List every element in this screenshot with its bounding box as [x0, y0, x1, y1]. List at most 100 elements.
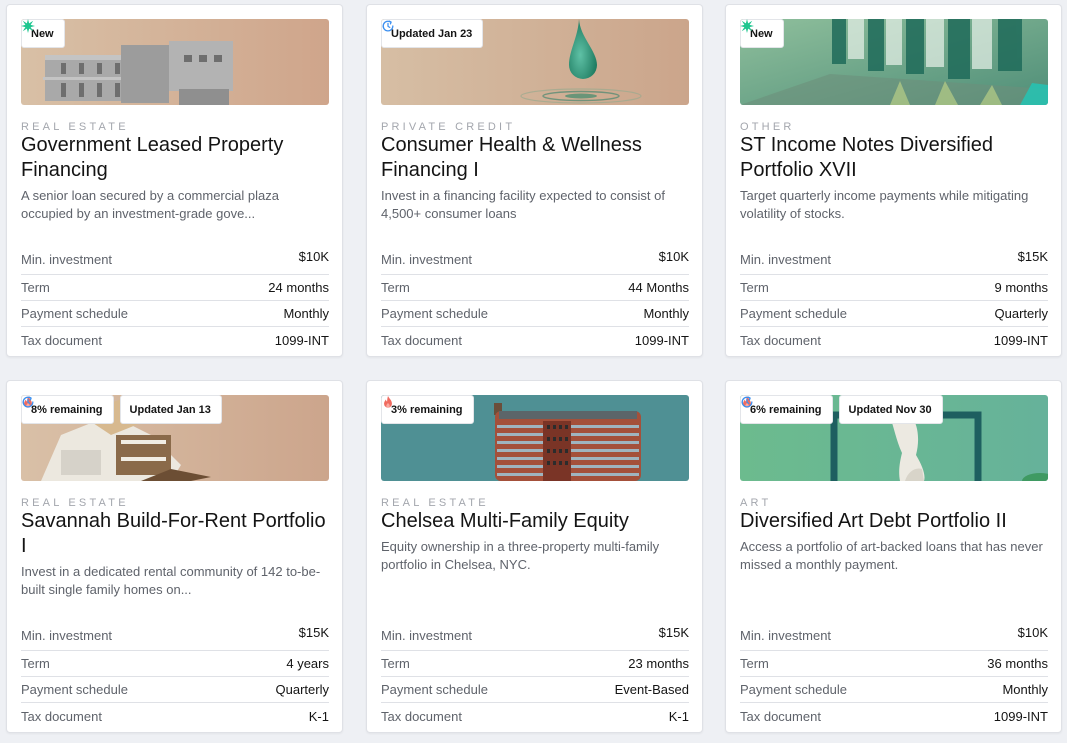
updated-badge: Updated Jan 23 — [381, 19, 484, 48]
spec-label: Min. investment — [21, 628, 113, 643]
badge-group: 8% remaining Updated Jan 13 — [21, 395, 222, 424]
spec-label: Min. investment — [740, 628, 832, 643]
spec-row-term: Term 23 months — [381, 651, 689, 677]
spec-value: 24 months — [268, 280, 329, 295]
spec-row-tax-document: Tax document K-1 — [21, 703, 329, 729]
offering-category: OTHER — [740, 121, 795, 133]
spec-value: 9 months — [994, 280, 1048, 295]
badge-label: Updated Nov 30 — [848, 403, 932, 416]
offering-image: 3% remaining — [381, 395, 689, 481]
spec-row-payment-schedule: Payment schedule Monthly — [21, 301, 329, 327]
offering-title[interactable]: Government Leased Property Financing — [21, 133, 331, 183]
spec-value: $10K — [298, 249, 329, 264]
spec-value: 4 years — [286, 656, 329, 671]
spec-label: Min. investment — [381, 628, 473, 643]
sparkle-icon — [740, 19, 754, 33]
fire-icon — [381, 395, 395, 409]
spec-row-payment-schedule: Payment schedule Monthly — [740, 677, 1048, 703]
spec-label: Term — [381, 280, 410, 295]
offering-title[interactable]: Savannah Build-For-Rent Portfolio I — [21, 509, 331, 559]
offering-description: Equity ownership in a three-property mul… — [381, 539, 660, 572]
commercial-plaza-image — [21, 19, 329, 105]
offering-card[interactable]: 8% remaining Updated Jan 13 REAL ESTATE … — [6, 380, 343, 733]
spec-row-min-investment: Min. investment $10K — [740, 621, 1048, 651]
offering-title[interactable]: Chelsea Multi-Family Equity — [381, 509, 691, 534]
offering-title[interactable]: Diversified Art Debt Portfolio II — [740, 509, 1050, 534]
spec-row-term: Term 4 years — [21, 651, 329, 677]
offering-category: REAL ESTATE — [21, 121, 129, 133]
offering-description: Invest in a dedicated rental community o… — [21, 564, 321, 597]
spec-row-min-investment: Min. investment $15K — [381, 621, 689, 651]
spec-row-payment-schedule: Payment schedule Event-Based — [381, 677, 689, 703]
spec-label: Min. investment — [21, 252, 113, 267]
offering-card[interactable]: 6% remaining Updated Nov 30 ART Diversif… — [725, 380, 1062, 733]
spec-label: Term — [381, 656, 410, 671]
offering-image: New — [21, 19, 329, 105]
offering-specs: Min. investment $15K Term 23 months Paymen… — [381, 621, 689, 729]
refresh-clock-icon — [21, 395, 35, 409]
badge-label: 8% remaining — [31, 403, 103, 416]
offering-title[interactable]: ST Income Notes Diversified Portfolio XV… — [740, 133, 1050, 183]
spec-value: $15K — [1017, 249, 1048, 264]
spec-value: Quarterly — [994, 306, 1048, 321]
offering-specs: Min. investment $10K Term 44 Months Paymen… — [381, 245, 689, 353]
updated-badge: Updated Jan 13 — [120, 395, 222, 424]
offering-specs: Min. investment $10K Term 24 months Paymen… — [21, 245, 329, 353]
spec-label: Tax document — [740, 708, 821, 724]
spec-row-tax-document: Tax document 1099-INT — [740, 327, 1048, 353]
spec-value: Monthly — [283, 306, 329, 321]
spec-row-tax-document: Tax document K-1 — [381, 703, 689, 729]
spec-value: 1099-INT — [274, 332, 329, 348]
badge-label: Updated Jan 13 — [129, 403, 211, 416]
spec-row-payment-schedule: Payment schedule Quarterly — [740, 301, 1048, 327]
offering-card[interactable]: New OTHER ST Income Notes Diversified Po… — [725, 4, 1062, 357]
badge-label: 3% remaining — [391, 403, 463, 416]
spec-row-tax-document: Tax document 1099-INT — [381, 327, 689, 353]
spec-value: 1099-INT — [993, 332, 1048, 348]
spec-value: Event-Based — [614, 682, 689, 697]
offering-image: 8% remaining Updated Jan 13 — [21, 395, 329, 481]
badge-label: Updated Jan 23 — [391, 27, 473, 40]
spec-label: Tax document — [381, 708, 462, 724]
offering-card[interactable]: 3% remaining REAL ESTATE Chelsea Multi-F… — [366, 380, 703, 733]
spec-value: K-1 — [308, 708, 329, 724]
offering-category: REAL ESTATE — [381, 497, 489, 509]
spec-row-term: Term 36 months — [740, 651, 1048, 677]
badge-group: New — [740, 19, 784, 48]
offering-image: 6% remaining Updated Nov 30 — [740, 395, 1048, 481]
spec-label: Tax document — [381, 332, 462, 348]
offering-image: Updated Jan 23 — [381, 19, 689, 105]
refresh-clock-icon — [381, 19, 395, 33]
offering-description: Access a portfolio of art-backed loans t… — [740, 539, 1043, 572]
spec-label: Tax document — [740, 332, 821, 348]
spec-row-payment-schedule: Payment schedule Monthly — [381, 301, 689, 327]
spec-row-min-investment: Min. investment $10K — [21, 245, 329, 275]
offering-title[interactable]: Consumer Health & Wellness Financing I — [381, 133, 691, 183]
offering-category: PRIVATE CREDIT — [381, 121, 516, 133]
spec-label: Payment schedule — [740, 682, 847, 697]
spec-label: Term — [21, 280, 50, 295]
spec-value: 1099-INT — [634, 332, 689, 348]
spec-label: Term — [740, 280, 769, 295]
offering-image: New — [740, 19, 1048, 105]
offering-card[interactable]: New REAL ESTATE Government Leased Proper… — [6, 4, 343, 357]
offering-card[interactable]: Updated Jan 23 PRIVATE CREDIT Consumer H… — [366, 4, 703, 357]
spec-value: $15K — [658, 625, 689, 640]
spec-value: Monthly — [1002, 682, 1048, 697]
offering-category: ART — [740, 497, 772, 509]
glass-blocks-image — [740, 19, 1048, 105]
spec-label: Payment schedule — [740, 306, 847, 321]
offering-specs: Min. investment $15K Term 4 years Payment … — [21, 621, 329, 729]
spec-row-payment-schedule: Payment schedule Quarterly — [21, 677, 329, 703]
updated-badge: Updated Nov 30 — [839, 395, 943, 424]
spec-label: Term — [740, 656, 769, 671]
badge-group: 6% remaining Updated Nov 30 — [740, 395, 943, 424]
spec-label: Term — [21, 656, 50, 671]
spec-value: Quarterly — [275, 682, 329, 697]
new-badge: New — [21, 19, 65, 48]
spec-label: Tax document — [21, 332, 102, 348]
offering-specs: Min. investment $15K Term 9 months Payment… — [740, 245, 1048, 353]
spec-row-term: Term 24 months — [21, 275, 329, 301]
spec-label: Min. investment — [381, 252, 473, 267]
badge-label: 6% remaining — [750, 403, 822, 416]
